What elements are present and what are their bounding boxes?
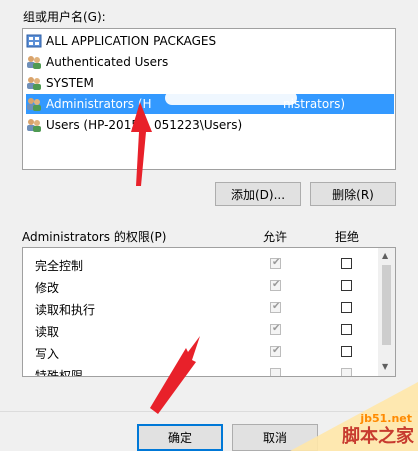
- user-name: ALL APPLICATION PACKAGES: [46, 34, 217, 48]
- list-item-authenticated-users[interactable]: Authenticated Users: [26, 52, 394, 72]
- list-item-users[interactable]: Users (HP-2015 051223\Users): [26, 115, 394, 135]
- ok-button[interactable]: 确定: [137, 424, 223, 451]
- allow-checkbox[interactable]: ✔: [270, 257, 281, 269]
- allow-checkbox[interactable]: ✔: [270, 323, 281, 335]
- deny-checkbox[interactable]: [341, 280, 352, 291]
- allow-checkbox[interactable]: ✔: [270, 301, 281, 313]
- deny-column-header: 拒绝: [335, 230, 360, 244]
- watermark-brand: 脚本之家: [342, 426, 414, 447]
- list-item-system[interactable]: SYSTEM: [26, 73, 394, 93]
- app-packages-icon: [26, 34, 42, 48]
- users-list[interactable]: ALL APPLICATION PACKAGES Authenticated U…: [22, 28, 396, 170]
- permission-row-special: 特殊权限: [23, 363, 379, 377]
- scroll-down-icon[interactable]: ▼: [382, 362, 388, 371]
- permission-row-read: 读取 ✔: [23, 319, 379, 341]
- scroll-up-icon[interactable]: ▲: [382, 251, 388, 260]
- allow-checkbox[interactable]: ✔: [270, 279, 281, 291]
- user-name: Authenticated Users: [46, 55, 169, 69]
- list-item-all-application-packages[interactable]: ALL APPLICATION PACKAGES: [26, 31, 394, 51]
- permission-row-read-execute: 读取和执行 ✔: [23, 297, 379, 319]
- user-name: Users (HP-2015: [46, 118, 139, 132]
- remove-button[interactable]: 删除(R): [310, 182, 396, 206]
- permission-row-full-control: 完全控制 ✔: [23, 253, 379, 275]
- permissions-scrollbar[interactable]: ▲ ▼: [378, 248, 395, 376]
- user-name-suffix: 051223\Users): [154, 118, 243, 132]
- group-users-label: 组或用户名(G):: [23, 10, 106, 24]
- permissions-title: Administrators 的权限(P): [22, 230, 167, 244]
- permission-name: 特殊权限: [35, 369, 84, 377]
- users-group-icon: [27, 98, 41, 111]
- allow-checkbox[interactable]: ✔: [270, 345, 281, 357]
- permission-row-write: 写入 ✔: [23, 341, 379, 363]
- permission-name: 写入: [35, 347, 60, 361]
- user-name: Administrators (H: [46, 97, 152, 111]
- users-group-icon: [27, 77, 41, 90]
- permission-name: 修改: [35, 281, 60, 295]
- deny-checkbox[interactable]: [341, 346, 352, 357]
- deny-checkbox[interactable]: [341, 258, 352, 269]
- add-button[interactable]: 添加(D)...: [215, 182, 301, 206]
- user-name: SYSTEM: [46, 76, 94, 90]
- checkmark-icon: ✔: [272, 345, 281, 356]
- allow-column-header: 允许: [263, 230, 288, 244]
- redaction-blur: [165, 91, 297, 105]
- checkmark-icon: ✔: [272, 301, 281, 312]
- deny-checkbox[interactable]: [341, 324, 352, 335]
- permission-row-modify: 修改 ✔: [23, 275, 379, 297]
- permission-name: 读取: [35, 325, 60, 339]
- checkmark-icon: ✔: [272, 257, 281, 268]
- scroll-thumb[interactable]: [382, 265, 391, 345]
- checkmark-icon: ✔: [272, 323, 281, 334]
- allow-checkbox[interactable]: [270, 368, 281, 376]
- deny-checkbox[interactable]: [341, 368, 352, 376]
- permissions-list[interactable]: 完全控制 ✔ 修改 ✔ 读取和执行 ✔ 读取 ✔ 写入 ✔ 特殊权限 ▲ ▼: [22, 247, 396, 377]
- permission-name: 读取和执行: [35, 303, 96, 317]
- users-group-icon: [27, 56, 41, 69]
- users-group-icon: [27, 119, 41, 132]
- checkmark-icon: ✔: [272, 279, 281, 290]
- deny-checkbox[interactable]: [341, 302, 352, 313]
- permission-name: 完全控制: [35, 259, 84, 273]
